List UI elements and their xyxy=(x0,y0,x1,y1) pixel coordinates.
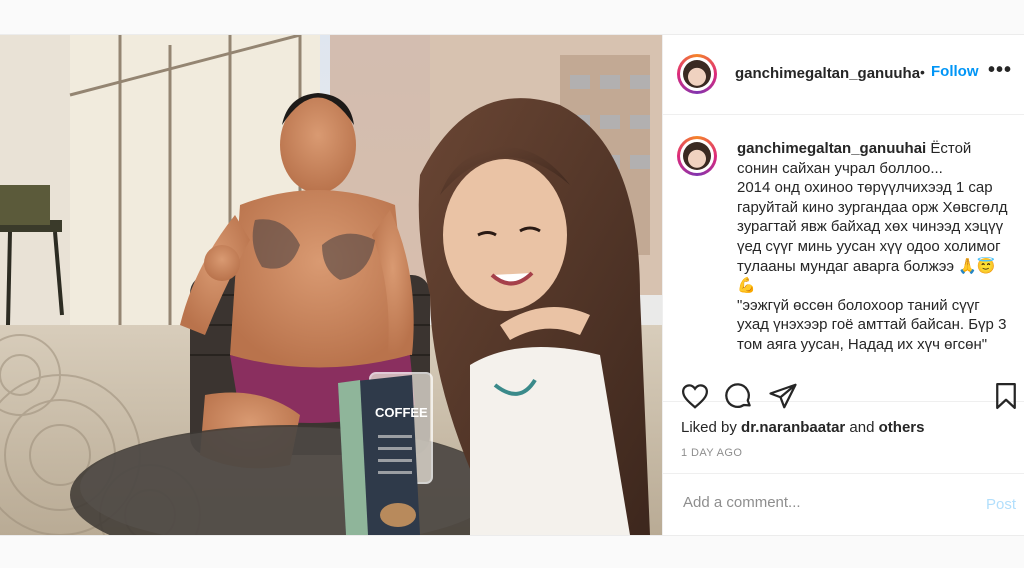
share-icon[interactable] xyxy=(768,381,798,411)
caption-username[interactable]: ganchimegaltan_ganuuhai xyxy=(737,140,926,157)
caption-body: Ёстой сонин сайхан учрал боллоо... 2014 … xyxy=(737,140,1008,353)
avatar[interactable] xyxy=(677,54,717,94)
action-bar xyxy=(663,375,1024,411)
comment-icon[interactable] xyxy=(724,381,754,411)
coffee-menu-label: COFFEE xyxy=(375,405,428,420)
top-band xyxy=(0,0,1024,35)
photo-illustration: COFFEE xyxy=(0,35,662,535)
post-photo[interactable]: COFFEE xyxy=(0,35,662,535)
post-side-panel: ganchimegaltan_ganuuha • Follow ••• ganc… xyxy=(662,35,1024,535)
likes-middle: and xyxy=(845,419,879,436)
follow-button[interactable]: Follow xyxy=(931,63,979,80)
post-header: ganchimegaltan_ganuuha • Follow ••• xyxy=(663,35,1024,115)
caption-text: ganchimegaltan_ganuuhai Ёстой сонин сайх… xyxy=(737,139,1013,355)
likes-prefix: Liked by xyxy=(681,419,742,436)
heart-icon[interactable] xyxy=(680,381,710,411)
likes-line: Liked by dr.naranbaatar and others xyxy=(681,419,924,436)
likes-others[interactable]: others xyxy=(879,419,925,436)
caption-avatar[interactable] xyxy=(677,136,717,176)
post-timestamp[interactable]: 1 DAY AGO xyxy=(681,447,742,459)
bottom-band xyxy=(0,535,1024,568)
liked-by-user[interactable]: dr.naranbaatar xyxy=(741,419,845,436)
comment-input[interactable] xyxy=(681,493,965,512)
post-comment-button[interactable]: Post xyxy=(986,496,1016,513)
more-options-icon[interactable]: ••• xyxy=(988,59,1012,82)
comment-box: Post xyxy=(663,473,1024,536)
bookmark-icon[interactable] xyxy=(991,381,1021,411)
header-username[interactable]: ganchimegaltan_ganuuha xyxy=(735,65,920,82)
separator-dot: • xyxy=(920,64,925,80)
caption-section: ganchimegaltan_ganuuhai Ёстой сонин сайх… xyxy=(663,115,1024,402)
